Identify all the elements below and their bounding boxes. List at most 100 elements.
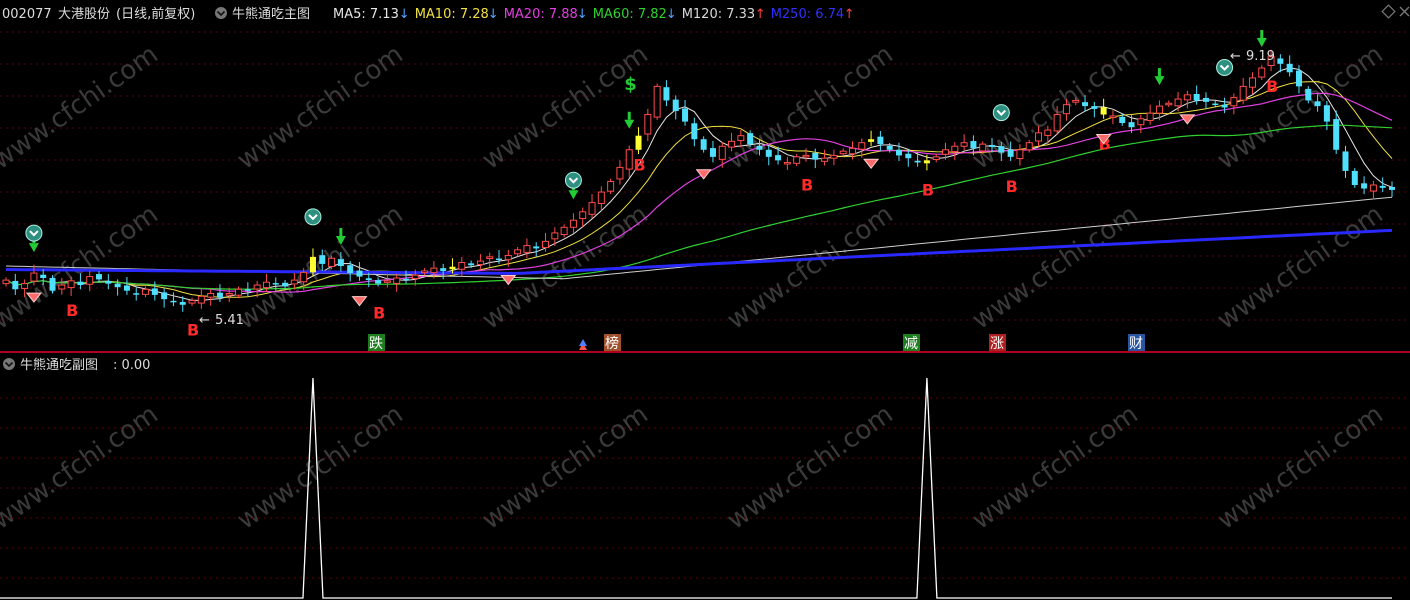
candle-body <box>979 143 987 152</box>
watermark-text: www.cfchi.com <box>1212 199 1389 335</box>
collapse-icon[interactable] <box>1381 4 1396 19</box>
candle-body <box>1323 105 1330 122</box>
period-label[interactable]: (日线,前复权) <box>116 6 195 22</box>
candle-body <box>235 288 243 296</box>
ma250-line <box>5 228 1393 275</box>
candle-body <box>848 147 856 155</box>
candle-body <box>597 191 605 204</box>
down-arrow-icon <box>1154 76 1165 86</box>
candle-body <box>970 141 977 149</box>
candle-body <box>1062 104 1070 115</box>
candle-body <box>1230 97 1238 107</box>
candle-body <box>216 292 223 298</box>
candle-body <box>1379 185 1386 188</box>
stock-code: 002077 <box>2 7 52 22</box>
candle-body <box>775 155 782 161</box>
candle-body <box>551 232 559 240</box>
ma-trend-arrow-icon: ↑ <box>844 7 855 22</box>
candle-body <box>430 267 438 274</box>
candle-body <box>635 135 642 150</box>
ma-trend-arrow-icon: ↓ <box>577 7 588 22</box>
candle-body <box>569 219 577 228</box>
candle-body <box>1258 67 1266 78</box>
candle-body <box>1016 149 1024 160</box>
candle-body <box>30 272 38 282</box>
event-label: 涨 <box>990 336 1004 352</box>
candle-body <box>114 283 121 288</box>
candle-body <box>188 300 196 304</box>
candle-body <box>290 279 298 285</box>
close-icon[interactable] <box>1399 6 1410 17</box>
candle-body <box>179 301 186 305</box>
candle-body <box>253 284 261 290</box>
stock-chart-canvas: 002077 大港股份 (日线,前复权) 牛熊通吃主图 MA5: 7.13 ↓ MA… <box>0 4 1410 599</box>
buy-signal-marker: B <box>187 321 199 340</box>
candle-body <box>440 268 447 271</box>
candle-body <box>207 293 215 298</box>
buy-signal-marker: B <box>1266 77 1278 96</box>
candle-body <box>300 271 308 283</box>
high-price-label: 9.19 <box>1246 49 1275 64</box>
candle-body <box>644 114 652 135</box>
ma-trend-arrow-icon: ↑ <box>755 7 766 22</box>
candle-body <box>905 153 912 159</box>
down-arrow-icon-stem <box>1260 30 1264 39</box>
candle-body <box>1165 102 1173 106</box>
candle-body <box>1082 102 1089 107</box>
candle-body <box>895 149 902 156</box>
sub-panel-header: 牛熊通吃副图 : 0.00 <box>3 357 150 373</box>
candle-body <box>588 202 596 215</box>
stock-name: 大港股份 <box>58 7 110 22</box>
candle-body <box>783 161 791 165</box>
buy-signal-marker: B <box>922 180 934 199</box>
candle-body <box>718 145 726 160</box>
candle-body <box>2 279 10 285</box>
candle-body <box>328 257 336 267</box>
candle-body <box>523 245 531 253</box>
down-arrow-icon <box>28 243 39 253</box>
hold-badge-icon <box>304 208 322 226</box>
ma-legend-item: M250: 6.74 <box>771 7 845 22</box>
candle-body <box>476 260 484 265</box>
watermark-text: www.cfchi.com <box>232 399 409 535</box>
indicator-menu-icon[interactable] <box>215 7 227 19</box>
candle-body <box>868 139 875 142</box>
buy-signal-marker: B <box>373 304 385 323</box>
candle-body <box>1091 106 1098 109</box>
candle-body <box>942 149 950 155</box>
high-price-annotation: ← 9.19 <box>1230 49 1275 64</box>
down-arrow-icon <box>1256 38 1267 48</box>
candle-body <box>12 280 19 290</box>
candle-body <box>533 246 540 249</box>
gem-icon <box>863 158 880 170</box>
candle-body <box>1044 129 1052 136</box>
candle-body <box>1389 186 1395 190</box>
low-price-label: 5.41 <box>215 313 244 328</box>
candle-body <box>151 288 158 295</box>
candle-body <box>319 255 326 264</box>
candle-body <box>1314 101 1321 107</box>
candle-body <box>1369 184 1377 192</box>
candle-body <box>1221 104 1228 108</box>
candle-body <box>737 135 745 141</box>
candle-body <box>914 160 921 163</box>
candle-body <box>1295 70 1302 87</box>
event-label: 跌 <box>369 336 383 352</box>
candle-body <box>579 211 587 220</box>
candle-body <box>170 300 177 303</box>
main-indicator-name[interactable]: 牛熊通吃主图 <box>232 6 310 22</box>
candle-body <box>262 281 270 289</box>
candle-body <box>1333 119 1340 150</box>
candle-body <box>272 283 279 285</box>
candle-body <box>40 274 47 278</box>
candle-body <box>765 149 772 157</box>
candle-body <box>1351 170 1358 185</box>
sub-indicator-menu-icon[interactable] <box>3 358 15 370</box>
candle-body <box>458 262 466 270</box>
low-arrow-icon: ← <box>199 313 210 328</box>
candle-body <box>1128 122 1135 128</box>
candle-body <box>560 226 568 236</box>
sub-indicator-name[interactable]: 牛熊通吃副图 <box>20 357 98 373</box>
candle-body <box>142 288 150 295</box>
ma20-line <box>5 92 1393 293</box>
